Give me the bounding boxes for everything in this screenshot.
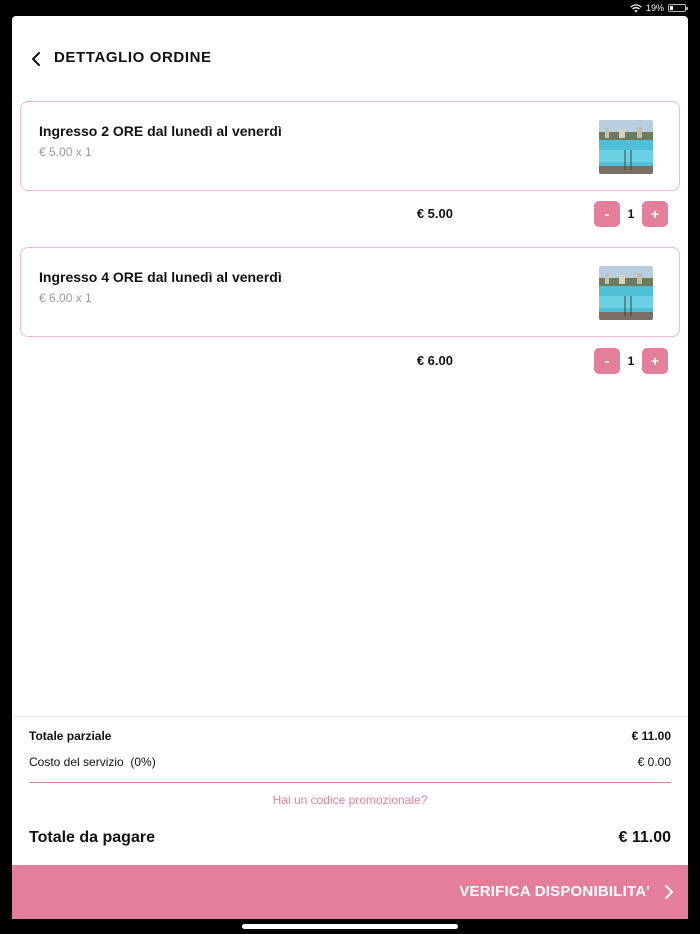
summary-separator — [29, 782, 671, 783]
item-price-row: € 6.00 - 1 + — [12, 346, 688, 376]
header: DETTAGLIO ORDINE — [12, 16, 688, 100]
order-item-card[interactable]: Ingresso 2 ORE dal lunedì al venerdì € 5… — [20, 101, 680, 191]
battery-icon — [668, 4, 688, 12]
item-total: € 6.00 — [416, 353, 453, 368]
item-name: Ingresso 4 ORE dal lunedì al venerdì — [39, 269, 282, 285]
grand-total-row: Totale da pagare € 11.00 — [29, 829, 671, 847]
item-unit-price: € 6.00 x 1 — [39, 291, 92, 305]
summary-divider — [12, 716, 688, 717]
subtotal-value: € 11.00 — [631, 729, 671, 743]
pool-photo — [599, 120, 653, 174]
service-fee-label: Costo del servizio (0%) — [29, 755, 156, 769]
grand-total-value: € 11.00 — [618, 829, 672, 846]
promo-code-link[interactable]: Hai un codice promozionale? — [12, 793, 688, 807]
increase-quantity-button[interactable]: + — [642, 348, 668, 374]
wifi-icon — [630, 3, 642, 12]
home-indicator[interactable] — [242, 924, 458, 929]
chevron-left-icon[interactable] — [26, 48, 48, 70]
item-price-row: € 5.00 - 1 + — [12, 199, 688, 229]
chevron-right-icon — [665, 885, 673, 899]
order-item-card[interactable]: Ingresso 4 ORE dal lunedì al venerdì € 6… — [20, 247, 680, 337]
pool-photo — [599, 266, 653, 320]
check-availability-button[interactable]: VERIFICA DISPONIBILITA' — [12, 865, 688, 919]
item-unit-price: € 5.00 x 1 — [39, 145, 92, 159]
increase-quantity-button[interactable]: + — [642, 201, 668, 227]
grand-total-label: Totale da pagare — [29, 829, 155, 846]
subtotal-row: Totale parziale € 11.00 — [29, 729, 671, 743]
service-fee-row: Costo del servizio (0%) € 0.00 — [29, 755, 671, 769]
item-total: € 5.00 — [416, 206, 453, 221]
quantity-value: 1 — [627, 207, 635, 221]
decrease-quantity-button[interactable]: - — [594, 348, 620, 374]
battery-percentage: 19% — [645, 3, 664, 13]
quantity-value: 1 — [627, 354, 635, 368]
subtotal-label: Totale parziale — [29, 729, 112, 743]
item-name: Ingresso 2 ORE dal lunedì al venerdì — [39, 123, 282, 139]
decrease-quantity-button[interactable]: - — [594, 201, 620, 227]
page-title: DETTAGLIO ORDINE — [54, 49, 212, 66]
check-availability-label: VERIFICA DISPONIBILITA' — [459, 883, 650, 900]
app-screen: DETTAGLIO ORDINE Ingresso 2 ORE dal lune… — [12, 16, 688, 919]
status-right: 19% — [630, 2, 688, 14]
status-bar: 19% — [0, 0, 700, 16]
service-fee-value: € 0.00 — [637, 755, 671, 769]
